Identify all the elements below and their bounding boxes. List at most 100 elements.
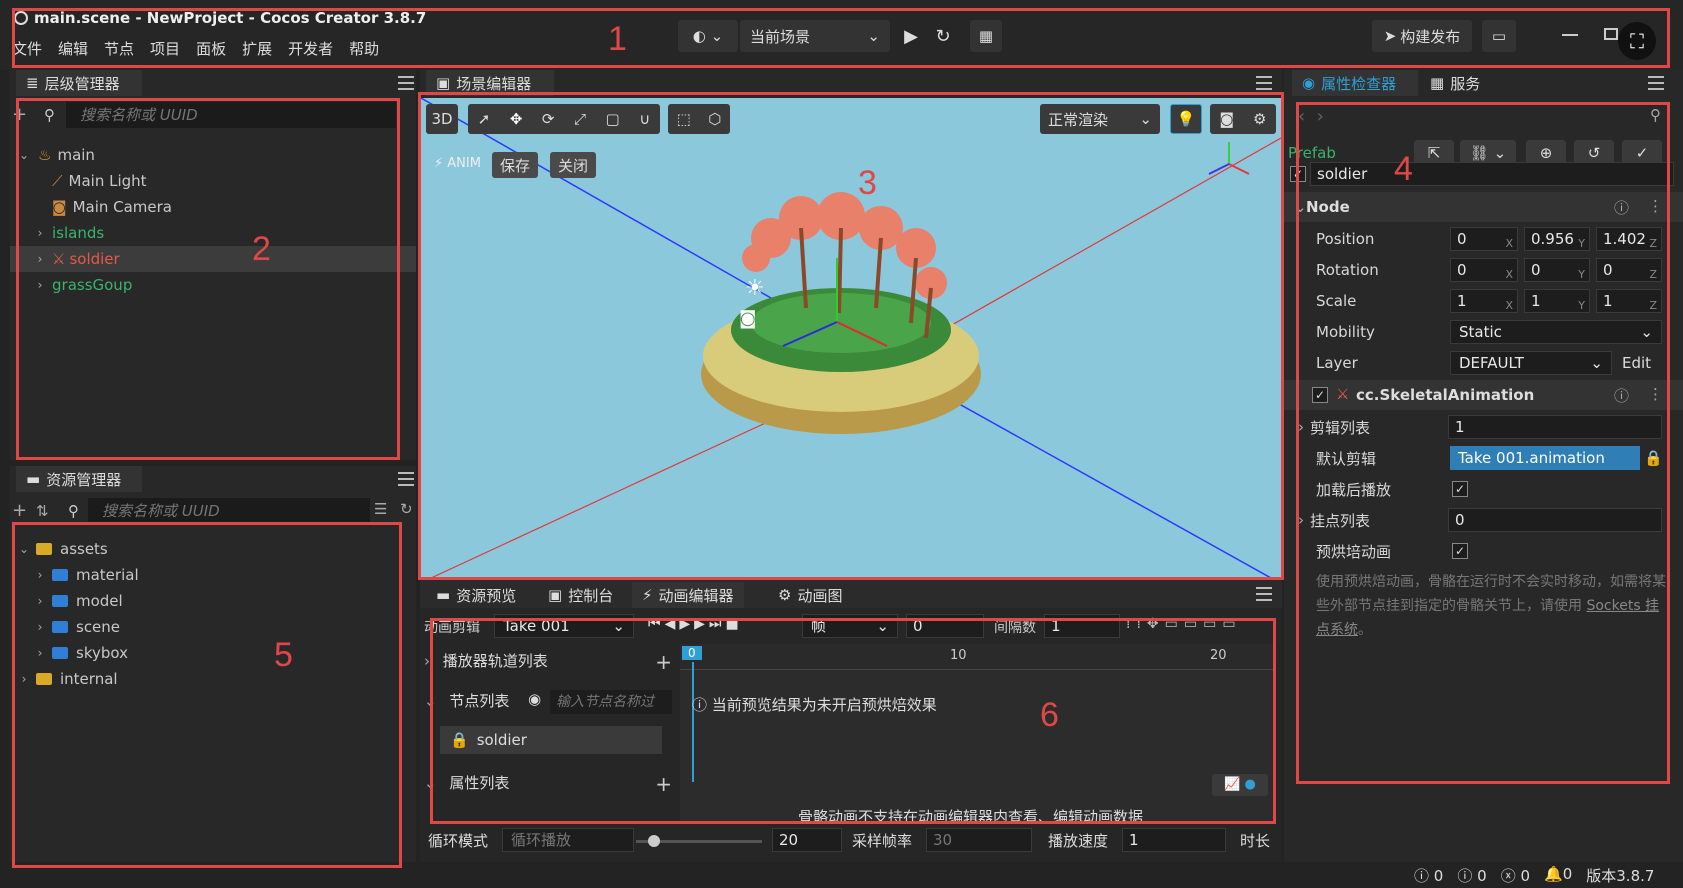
default-clip-field[interactable]: Take 001.animation xyxy=(1450,446,1640,470)
tab-hierarchy[interactable]: ≣ 层级管理器 xyxy=(16,70,142,96)
add-asset-button[interactable]: + xyxy=(12,500,27,521)
layer-select[interactable]: DEFAULT ⌄ xyxy=(1450,351,1612,375)
tab-animation-graph[interactable]: ⚙ 动画图 xyxy=(768,582,852,608)
asset-assets[interactable]: ⌄ assets xyxy=(10,536,416,562)
help-icon[interactable]: ⓘ xyxy=(1614,385,1629,406)
more-icon[interactable]: ⋮ xyxy=(1648,197,1663,215)
menu-extension[interactable]: 扩展 xyxy=(242,38,272,59)
snap-tool-icon[interactable]: ∪ xyxy=(639,110,650,128)
folder-open-button[interactable]: ▭ xyxy=(1482,20,1516,52)
curve-toggle[interactable]: 📈 ● xyxy=(1212,774,1268,796)
timeline-area[interactable]: 0 10 20 ⓘ 当前预览结果为未开启预烘焙效果 📈 ● 骨骼动画不支持在动画… xyxy=(680,644,1276,826)
add-track-button[interactable]: + xyxy=(655,650,672,674)
playback-controls[interactable]: ⏮◀▶▶⏭■ xyxy=(648,616,743,632)
node-section-header[interactable]: ⌄ Node ⓘ ⋮ xyxy=(1284,192,1683,222)
minimize-button[interactable] xyxy=(1562,34,1578,36)
menu-edit[interactable]: 编辑 xyxy=(58,38,88,59)
track-list-row[interactable]: › 播放器轨道列表 + xyxy=(424,650,676,680)
scale-tool-icon[interactable]: ⤢ xyxy=(574,110,586,128)
asset-internal[interactable]: › internal xyxy=(10,666,416,692)
play-button[interactable]: ▶ xyxy=(896,20,926,52)
status-info[interactable]: ⓘ 0 xyxy=(1414,865,1443,886)
menu-node[interactable]: 节点 xyxy=(104,38,134,59)
gear-icon[interactable]: ⚙ xyxy=(1253,110,1266,128)
pivot-tools[interactable]: ⬚ ⬡ xyxy=(668,104,730,134)
scene-menu-icon[interactable] xyxy=(1256,76,1272,90)
asset-scene[interactable]: › scene xyxy=(10,614,416,640)
anim-clip-select[interactable]: Take 001 ⌄ xyxy=(494,614,634,638)
maximize-button[interactable] xyxy=(1604,28,1618,40)
menu-help[interactable]: 帮助 xyxy=(349,38,379,59)
more-icon[interactable]: ⋮ xyxy=(1648,385,1663,403)
interval-input[interactable]: 1 xyxy=(1044,614,1120,638)
speed-input[interactable]: 1 xyxy=(1122,828,1226,852)
layer-edit-button[interactable]: Edit xyxy=(1622,354,1651,372)
play-on-load-checkbox[interactable]: ✓ xyxy=(1452,481,1468,497)
mode-3d-button[interactable]: 3D xyxy=(426,104,458,134)
tree-node-main[interactable]: ⌄ ♨ main xyxy=(10,142,416,168)
history-nav[interactable]: ‹ › xyxy=(1298,106,1324,127)
tree-node-main-camera[interactable]: ◙ Main Camera xyxy=(10,194,416,220)
component-header[interactable]: ✓ ⚔ cc.SkeletalAnimation ⓘ ⋮ xyxy=(1284,380,1683,410)
tree-node-islands[interactable]: › islands xyxy=(10,220,416,246)
asset-model[interactable]: › model xyxy=(10,588,416,614)
asset-material[interactable]: › material xyxy=(10,562,416,588)
rotation-x-input[interactable]: 0X xyxy=(1450,258,1518,282)
refresh-button[interactable]: ↻ xyxy=(928,20,958,52)
assets-search-input[interactable] xyxy=(88,498,370,524)
tab-animation-editor[interactable]: ⚡ 动画编辑器 xyxy=(632,582,744,608)
frame-unit-select[interactable]: 帧 ⌄ xyxy=(802,614,898,638)
tab-assets[interactable]: ▬ 资源管理器 xyxy=(16,466,142,492)
anim-save-button[interactable]: 保存 xyxy=(492,152,538,178)
timeline-ruler[interactable]: 0 10 20 xyxy=(680,644,1276,670)
tab-inspector[interactable]: ◉ 属性检查器 xyxy=(1292,70,1418,96)
menu-project[interactable]: 项目 xyxy=(150,38,180,59)
status-error[interactable]: ⓧ 0 xyxy=(1501,865,1530,886)
zoom-slider[interactable] xyxy=(636,835,762,847)
scale-x-input[interactable]: 1X xyxy=(1450,289,1518,313)
tree-node-soldier[interactable]: › ⚔ soldier xyxy=(10,246,416,272)
position-y-input[interactable]: 0.956 Y xyxy=(1524,227,1590,251)
lighting-toggle-icon[interactable]: 💡 xyxy=(1170,104,1202,134)
menu-file[interactable]: 文件 xyxy=(12,38,42,59)
rotation-y-input[interactable]: 0Y xyxy=(1524,258,1590,282)
clips-count-input[interactable]: 1 xyxy=(1448,415,1662,439)
sockets-count-input[interactable]: 0 xyxy=(1448,508,1662,532)
zoom-input[interactable]: 20 xyxy=(772,828,842,852)
camera-gizmo-icon[interactable]: ◙ xyxy=(739,308,756,329)
list-view-icon[interactable]: ☰ xyxy=(374,500,387,518)
bottom-menu-icon[interactable] xyxy=(1256,587,1272,601)
node-filter-input[interactable] xyxy=(550,690,672,714)
mobility-select[interactable]: Static ⌄ xyxy=(1450,320,1662,344)
node-name-input[interactable]: soldier xyxy=(1310,162,1674,186)
tree-node-main-light[interactable]: ⟋ Main Light xyxy=(10,168,416,194)
help-icon[interactable]: ⓘ xyxy=(1614,197,1629,218)
baked-checkbox[interactable]: ✓ xyxy=(1452,543,1468,559)
light-gizmo-icon[interactable]: ☀ xyxy=(745,276,765,301)
hierarchy-search-input[interactable] xyxy=(66,102,396,128)
add-property-button[interactable]: + xyxy=(655,772,672,796)
status-notice[interactable]: 🔔0 xyxy=(1544,865,1572,886)
inspector-menu-icon[interactable] xyxy=(1648,76,1664,90)
refresh-icon[interactable]: ↻ xyxy=(400,500,413,518)
move-tool-icon[interactable]: ✥ xyxy=(510,110,523,128)
scene-select[interactable]: 当前场景 ⌄ xyxy=(740,20,890,52)
render-mode-select[interactable]: 正常渲染 ⌄ xyxy=(1040,104,1160,134)
tab-console[interactable]: ▣ 控制台 xyxy=(538,582,623,608)
position-x-input[interactable]: 0X xyxy=(1450,227,1518,251)
slider-thumb[interactable] xyxy=(648,835,660,847)
scene-camera-settings[interactable]: ◙ ⚙ xyxy=(1210,104,1276,134)
component-enabled-checkbox[interactable]: ✓ xyxy=(1312,387,1328,403)
node-active-checkbox[interactable]: ✓ xyxy=(1290,166,1306,182)
global-pivot-icon[interactable]: ⬡ xyxy=(708,110,721,128)
menu-panel[interactable]: 面板 xyxy=(196,38,226,59)
position-z-input[interactable]: 1.402 Z xyxy=(1596,227,1662,251)
tree-node-grassgoup[interactable]: › grassGoup xyxy=(10,272,416,298)
sample-input[interactable]: 30 xyxy=(926,828,1032,852)
tab-services[interactable]: ▦ 服务 xyxy=(1420,70,1492,96)
prop-list-row[interactable]: ⌄ 属性列表 + xyxy=(424,772,676,802)
menu-developer[interactable]: 开发者 xyxy=(288,38,333,59)
status-warn[interactable]: ⓘ 0 xyxy=(1457,865,1486,886)
axis-gizmo[interactable] xyxy=(1205,138,1253,186)
loop-mode-select[interactable]: 循环播放 xyxy=(502,828,634,852)
